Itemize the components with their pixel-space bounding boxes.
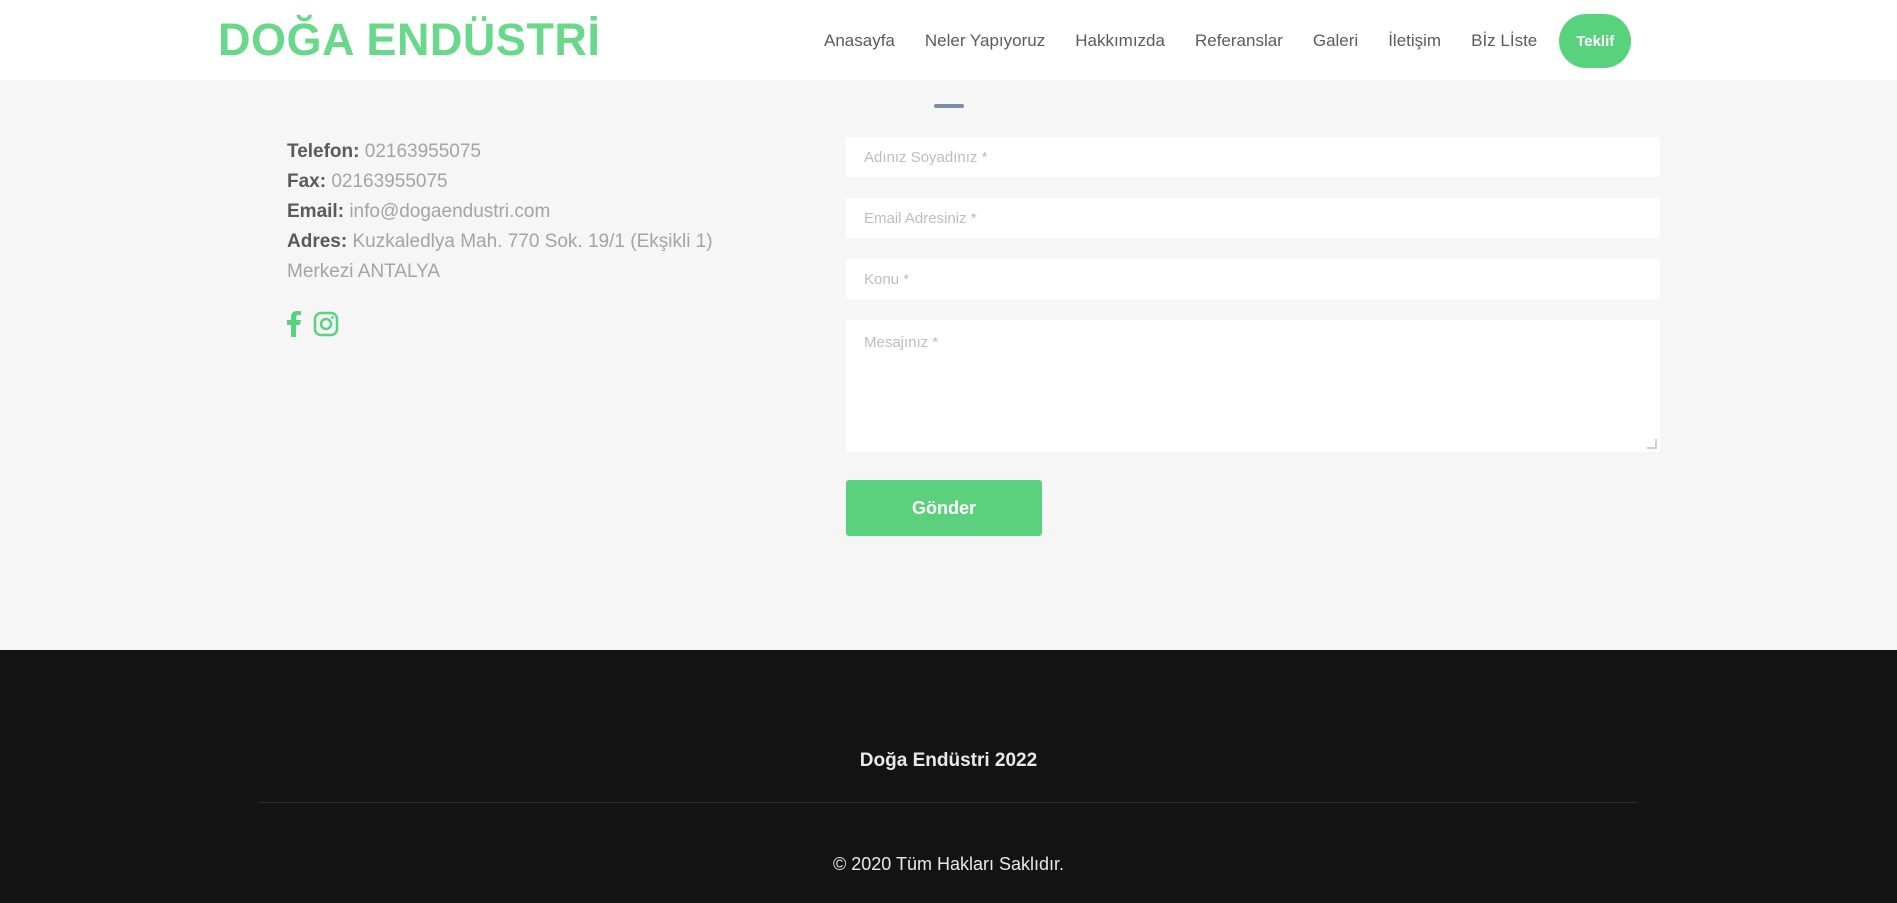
subject-field[interactable]: Konu * [846,259,1660,299]
resize-handle[interactable] [1647,439,1657,449]
email-value[interactable]: info@dogaendustri.com [349,201,550,222]
nav-item-iletisim[interactable]: İletişim [1388,31,1441,51]
nav-item-neler-yapiyoruz[interactable]: Neler Yapıyoruz [925,31,1045,51]
facebook-icon[interactable] [287,311,301,337]
fax-label: Fax: [287,171,327,192]
footer-divider [258,802,1638,803]
contact-info: Telefon: 02163955075 Fax: 02163955075 Em… [287,137,747,287]
section-title-underline [934,104,964,108]
nav-item-galeri[interactable]: Galeri [1313,31,1358,51]
instagram-icon[interactable] [313,311,339,337]
contact-fax-row: Fax: 02163955075 [287,167,747,197]
address-label: Adres: [287,231,348,252]
quote-button[interactable]: Teklif [1559,14,1632,68]
contact-address-row: Adres: Kuzkaledlya Mah. 770 Sok. 19/1 (E… [287,227,747,287]
phone-label: Telefon: [287,141,360,162]
main-nav: Anasayfa Neler Yapıyoruz Hakkımızda Refe… [824,14,1632,68]
message-field[interactable]: Mesajınız * [846,320,1660,452]
email-label: Email: [287,201,345,222]
site-header: DOĞA ENDÜSTRİ Anasayfa Neler Yapıyoruz H… [0,0,1897,80]
nav-item-liste[interactable]: Bİz Lİste [1471,31,1537,51]
site-logo[interactable]: DOĞA ENDÜSTRİ [218,14,600,66]
nav-item-hakkimizda[interactable]: Hakkımızda [1075,31,1165,51]
footer-brand: Doğa Endüstri 2022 [859,750,1038,771]
submit-button[interactable]: Gönder [846,480,1042,536]
email-field[interactable]: Email Adresiniz * [846,198,1660,238]
address-value: Kuzkaledlya Mah. 770 Sok. 19/1 (Ekşikli … [287,231,713,282]
footer-copyright: © 2020 Tüm Hakları Saklıdır. [832,854,1065,874]
nav-item-anasayfa[interactable]: Anasayfa [824,31,895,51]
contact-form: Adınız Soyadınız * Email Adresiniz * Kon… [846,137,1660,473]
contact-phone-row: Telefon: 02163955075 [287,137,747,167]
message-placeholder: Mesajınız * [864,334,939,351]
phone-value[interactable]: 02163955075 [365,141,481,162]
social-links [287,311,339,337]
site-footer: Doğa Endüstri 2022 © 2020 Tüm Hakları Sa… [0,650,1897,903]
name-field[interactable]: Adınız Soyadınız * [846,137,1660,177]
contact-email-row: Email: info@dogaendustri.com [287,197,747,227]
fax-value: 02163955075 [331,171,448,192]
nav-item-referanslar[interactable]: Referanslar [1195,31,1283,51]
